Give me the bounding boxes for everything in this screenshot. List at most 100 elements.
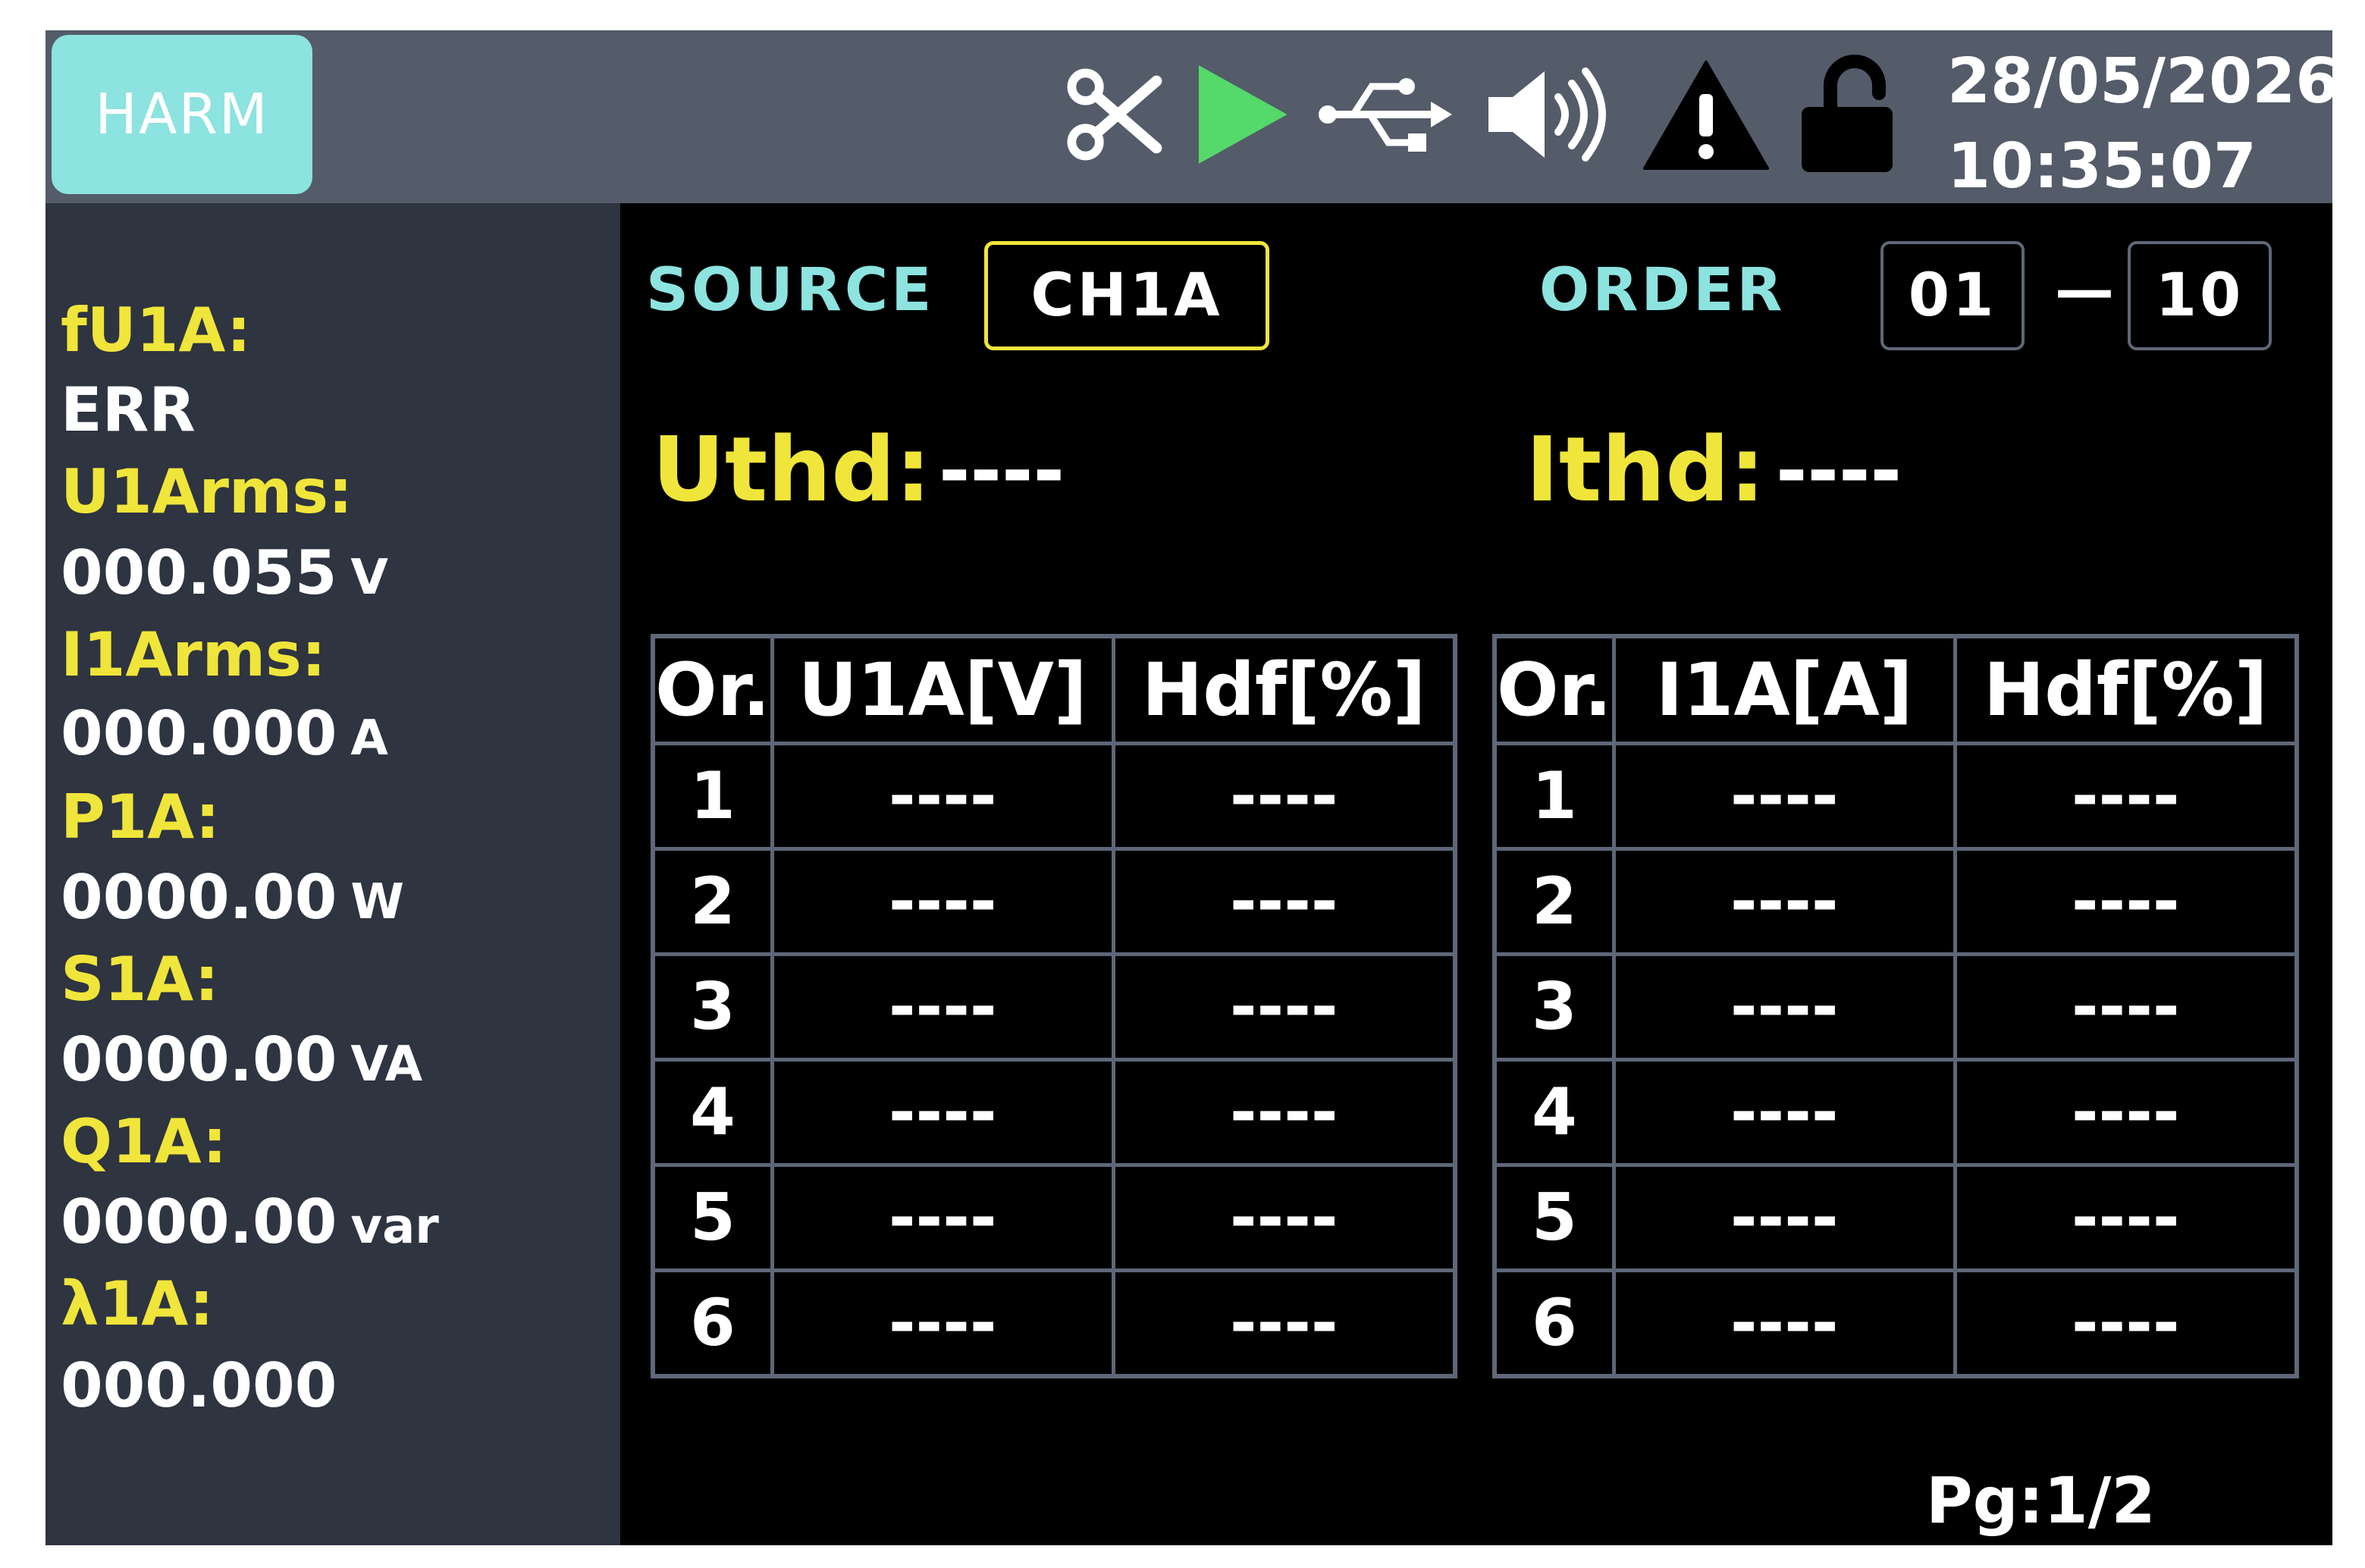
order-cell: 1 (1492, 742, 1616, 851)
datetime: 28/05/2026 10:35:07 (1947, 39, 2332, 209)
mode-button-harm[interactable]: HARM (52, 35, 312, 194)
order-to-select[interactable]: 10 (2128, 241, 2272, 350)
order-separator: — (2055, 256, 2114, 325)
source-label: SOURCE (646, 256, 935, 325)
hdf-cell: ---- (1953, 742, 2299, 851)
voltage-rms-unit: V (350, 550, 388, 606)
order-cell: 2 (1492, 847, 1616, 956)
value-cell: ---- (770, 1163, 1115, 1272)
warning-icon (1638, 58, 1774, 171)
hdf-cell: ---- (1953, 1269, 2299, 1378)
table-header-row: Or. U1A[V] Hdf[%] (651, 634, 1457, 745)
speaker-icon[interactable] (1479, 58, 1615, 171)
reactive-power-number: 0000.00 (61, 1187, 337, 1257)
order-cell: 3 (651, 952, 774, 1062)
table-row: 1 ---- ---- (1492, 742, 2299, 851)
column-header-order: Or. (651, 634, 774, 745)
top-status-bar: HARM 28/05/2026 10:35:07 (45, 30, 2332, 203)
reactive-power-label: Q1A: (61, 1106, 227, 1177)
value-cell: ---- (1611, 952, 1957, 1062)
table-row: 2 ---- ---- (1492, 847, 2299, 956)
table-row: 5 ---- ---- (1492, 1163, 2299, 1272)
order-cell: 1 (651, 742, 774, 851)
current-rms-number: 000.000 (61, 698, 337, 769)
power-factor-value: 000.000 (61, 1350, 337, 1422)
current-rms-unit: A (350, 710, 388, 767)
date-text: 28/05/2026 (1947, 45, 2332, 118)
play-icon[interactable] (1189, 58, 1295, 171)
order-cell: 2 (651, 847, 774, 956)
order-cell: 6 (1492, 1269, 1616, 1378)
order-cell: 4 (651, 1058, 774, 1167)
freq-label: fU1A: (61, 295, 251, 365)
column-header-hdf: Hdf[%] (1111, 634, 1457, 745)
column-header-voltage: U1A[V] (770, 634, 1115, 745)
hdf-cell: ---- (1111, 1058, 1457, 1167)
page-indicator: Pg:1/2 (1926, 1463, 2156, 1538)
value-cell: ---- (1611, 742, 1957, 851)
value-cell: ---- (770, 847, 1115, 956)
time-text: 10:35:07 (1947, 130, 2257, 202)
apparent-power-unit: VA (350, 1036, 423, 1093)
hdf-cell: ---- (1111, 1163, 1457, 1272)
table-header-row: Or. I1A[A] Hdf[%] (1492, 634, 2299, 745)
active-power-label: P1A: (61, 782, 220, 852)
column-header-current: I1A[A] (1611, 634, 1957, 745)
order-label: ORDER (1539, 256, 1786, 325)
value-cell: ---- (1611, 1269, 1957, 1378)
source-select[interactable]: CH1A (984, 241, 1269, 350)
table-row: 3 ---- ---- (651, 952, 1457, 1062)
voltage-harmonics-table: Or. U1A[V] Hdf[%] 1 ---- ---- 2 ---- ---… (651, 634, 1457, 1378)
hdf-cell: ---- (1111, 742, 1457, 851)
value-cell: ---- (1611, 1163, 1957, 1272)
table-row: 4 ---- ---- (1492, 1058, 2299, 1167)
power-factor-label: λ1A: (61, 1269, 214, 1339)
measurement-panel: fU1A: ERR U1Arms: 000.055 V I1Arms: 000.0… (45, 203, 620, 1545)
reactive-power-value: 0000.00 var (61, 1186, 439, 1263)
scissors-icon[interactable] (1060, 58, 1166, 171)
usb-icon (1313, 58, 1457, 171)
table-row: 4 ---- ---- (651, 1058, 1457, 1167)
ithd-label: Ithd: (1526, 417, 1765, 522)
hdf-cell: ---- (1953, 847, 2299, 956)
hdf-cell: ---- (1953, 952, 2299, 1062)
value-cell: ---- (770, 1269, 1115, 1378)
order-from-select[interactable]: 01 (1880, 241, 2025, 350)
hdf-cell: ---- (1953, 1163, 2299, 1272)
apparent-power-number: 0000.00 (61, 1024, 337, 1095)
device-screen: HARM 28/05/2026 10:35:07 fU1A: ERR U1Arm… (45, 30, 2332, 1545)
freq-value: ERR (61, 374, 196, 447)
hdf-cell: ---- (1953, 1058, 2299, 1167)
power-factor-number: 000.000 (61, 1350, 337, 1421)
voltage-rms-number: 000.055 (61, 538, 337, 608)
uthd-value: ---- (939, 426, 1065, 515)
table-row: 1 ---- ---- (651, 742, 1457, 851)
current-harmonics-table: Or. I1A[A] Hdf[%] 1 ---- ---- 2 ---- ---… (1492, 634, 2299, 1378)
voltage-rms-value: 000.055 V (61, 537, 388, 614)
table-row: 6 ---- ---- (651, 1269, 1457, 1378)
value-cell: ---- (1611, 1058, 1957, 1167)
order-cell: 5 (651, 1163, 774, 1272)
order-cell: 4 (1492, 1058, 1616, 1167)
current-rms-value: 000.000 A (61, 698, 388, 775)
reactive-power-unit: var (350, 1199, 439, 1255)
table-row: 2 ---- ---- (651, 847, 1457, 956)
value-cell: ---- (770, 952, 1115, 1062)
hdf-cell: ---- (1111, 952, 1457, 1062)
active-power-unit: W (350, 874, 404, 930)
value-cell: ---- (1611, 847, 1957, 956)
value-cell: ---- (770, 1058, 1115, 1167)
uthd-label: Uthd: (652, 417, 931, 522)
freq-value-text: ERR (61, 375, 196, 445)
hdf-cell: ---- (1111, 847, 1457, 956)
unlock-icon[interactable] (1786, 55, 1908, 172)
order-cell: 3 (1492, 952, 1616, 1062)
value-cell: ---- (770, 742, 1115, 851)
hdf-cell: ---- (1111, 1269, 1457, 1378)
order-cell: 6 (651, 1269, 774, 1378)
active-power-value: 0000.00 W (61, 861, 404, 939)
column-header-hdf: Hdf[%] (1953, 634, 2299, 745)
voltage-rms-label: U1Arms: (61, 456, 353, 527)
column-header-order: Or. (1492, 634, 1616, 745)
ithd-value: ---- (1776, 426, 1902, 515)
